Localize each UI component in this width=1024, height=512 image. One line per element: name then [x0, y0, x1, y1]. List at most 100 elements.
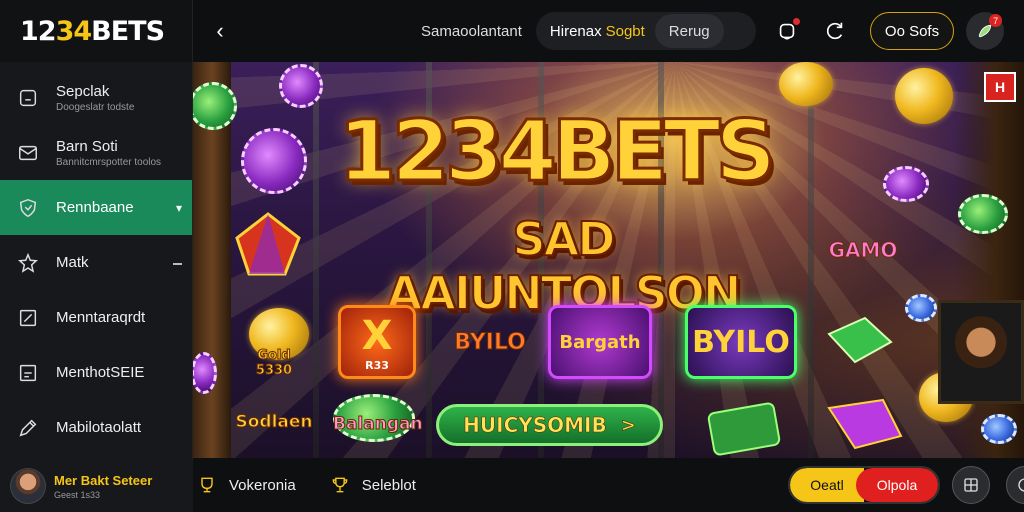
user-sub: Geest 1s33	[54, 489, 101, 500]
coin-label: GAMO	[828, 238, 898, 263]
bottom-item-vokeronia[interactable]: Vokeronia	[195, 473, 296, 497]
slot-x-sub: R33	[365, 358, 389, 372]
bottom-item-seleblot[interactable]: Seleblot	[328, 473, 416, 497]
grid-icon	[964, 478, 978, 492]
coin-label: Sodlaen	[235, 412, 313, 433]
sidebar-item-barn-soti[interactable]: Barn Soti Bannitcmrspotter toolos	[0, 125, 192, 180]
portrait-frame	[938, 300, 1024, 404]
sidebar-item-mabilotaolatt[interactable]: Mabilotaolatt	[0, 400, 192, 455]
search-pill-button[interactable]: Rerug	[654, 14, 724, 48]
slot-tile-bllo[interactable]: BYILO	[685, 305, 797, 379]
banner-title: 1234BETS	[337, 101, 778, 202]
logo-prefix: 12	[20, 15, 57, 47]
trophy-icon	[328, 473, 352, 497]
green-chip-icon	[958, 194, 1008, 234]
nav-text: Sepclak Doogeslatr todste	[56, 83, 134, 113]
nav-text: Rennbaane	[56, 199, 134, 216]
sidebar-item-label: Menntaraqrdt	[56, 309, 146, 326]
sidebar-item-sepclak[interactable]: Sepclak Doogeslatr todste	[0, 70, 192, 125]
top-bar: ‹ Samaoolantant Hirenax Sogbt Rerug Oo S…	[193, 0, 1024, 62]
nav-text: Mabilotaolatt	[56, 419, 141, 436]
top-menu-link[interactable]: Samaoolantant	[421, 23, 522, 40]
sidebar-item-label: Mabilotaolatt	[56, 419, 142, 436]
user-name: Mer Bakt Seteer	[54, 472, 153, 488]
stage-pillar	[808, 62, 814, 458]
user-text: Mer Bakt Seteer Geest 1s33	[54, 473, 152, 500]
nav-text: MenthotSEIE	[56, 364, 144, 381]
sidebar-item-label: Rennbaane	[56, 199, 134, 216]
sidebar-item-label: Matk	[56, 254, 89, 271]
refresh-icon[interactable]	[818, 14, 852, 48]
cash-stack-icon	[707, 402, 781, 456]
brand-logo[interactable]: 12 34 BETS	[0, 0, 192, 62]
shield-icon	[16, 196, 40, 220]
blue-chip-icon	[905, 294, 937, 322]
slot-x-symbol: X	[361, 312, 393, 359]
gem-icon	[827, 398, 903, 450]
bell-icon[interactable]	[770, 14, 804, 48]
sidebar-item-menntaraqrdt[interactable]: Menntaraqrdt	[0, 290, 192, 345]
chevron-down-icon[interactable]: ▾	[176, 201, 182, 215]
gift-icon[interactable]: 7	[966, 12, 1005, 50]
stage-pillar	[313, 62, 319, 458]
bottom-item-label: Seleblot	[361, 476, 416, 494]
nav-text: Menntaraqrdt	[56, 309, 145, 326]
note-icon	[16, 361, 40, 385]
edit-icon	[16, 306, 40, 330]
odds-button[interactable]: Oo Sofs	[869, 12, 955, 50]
casino-badge-icon[interactable]: H	[984, 72, 1016, 102]
grid-menu-button[interactable]	[952, 466, 990, 504]
gem-icon	[827, 316, 893, 364]
cta-label: HUICYSOMIB	[463, 413, 607, 438]
purple-chip-icon	[883, 166, 929, 202]
search-box[interactable]: Hirenax Sogbt Rerug	[535, 12, 756, 50]
sidebar-item-sub: Bannitcmrspotter toolos	[56, 156, 162, 168]
sidebar-item-menthotseie[interactable]: MenthotSEIE	[0, 345, 192, 400]
user-profile[interactable]: Mer Bakt Seteer Geest 1s33	[0, 460, 193, 512]
banner-subtitle: SAD AAIUNTOLSON	[386, 211, 743, 321]
coin-label: BYILO	[454, 330, 527, 356]
coin-label: Balangan	[333, 414, 424, 435]
nav-text: Barn Soti Bannitcmrspotter toolos	[56, 138, 161, 168]
search-text: Hirenax	[549, 22, 602, 40]
nav-text: Matk	[56, 254, 89, 271]
avatar[interactable]	[10, 468, 46, 504]
slot-tile-bargath[interactable]: Bargath	[548, 305, 652, 379]
sidebar-item-rennbaane[interactable]: Rennbaane ▾	[0, 180, 192, 235]
purple-chip-icon	[241, 128, 307, 194]
promo-banner[interactable]: 1234BETS SAD AAIUNTOLSON X R33 Bargath B…	[193, 62, 1024, 458]
badge-count: 7	[989, 14, 1003, 27]
notification-dot	[792, 18, 800, 25]
purple-chip-icon	[279, 64, 323, 108]
toggle-option-a[interactable]: Oeatl	[790, 468, 864, 502]
gold-coin-icon	[895, 68, 953, 124]
bottom-bar: Vokeronia Seleblot Oeatl Olpola	[193, 458, 1024, 512]
search-highlight: Sogbt	[605, 22, 645, 40]
collapse-dash-icon[interactable]	[173, 262, 182, 265]
back-arrow-icon[interactable]: ‹	[199, 10, 241, 52]
wallet-icon	[16, 86, 40, 110]
sidebar-item-sub: Doogeslatr todste	[56, 101, 135, 113]
chevron-right-icon: >	[620, 414, 636, 436]
pen-icon	[16, 416, 40, 440]
cup-icon	[195, 473, 219, 497]
slot-tile-content: X R33	[362, 313, 393, 372]
blue-chip-icon	[981, 414, 1017, 444]
sidebar-item-label: Sepclak	[56, 82, 110, 100]
toggle-option-b[interactable]: Olpola	[856, 468, 938, 502]
slot-bargath-label: Bargath	[559, 331, 641, 353]
sidebar-item-matk[interactable]: Matk	[0, 235, 192, 290]
logo-suffix: BETS	[91, 15, 165, 47]
coin-label: Gold 5330	[255, 348, 293, 379]
gold-coin-icon	[779, 62, 833, 106]
star-icon	[16, 251, 40, 275]
slot-tile-x[interactable]: X R33	[338, 305, 416, 379]
sidebar-item-label: MenthotSEIE	[56, 364, 145, 381]
cta-button[interactable]: HUICYSOMIB >	[436, 404, 663, 446]
app-root: 12 34 BETS Sepclak Doogeslatr todste Barn …	[0, 0, 1024, 512]
more-button[interactable]	[1006, 466, 1024, 504]
gem-icon	[235, 212, 301, 276]
more-icon	[1018, 478, 1024, 492]
logo-highlight: 34	[55, 15, 93, 47]
